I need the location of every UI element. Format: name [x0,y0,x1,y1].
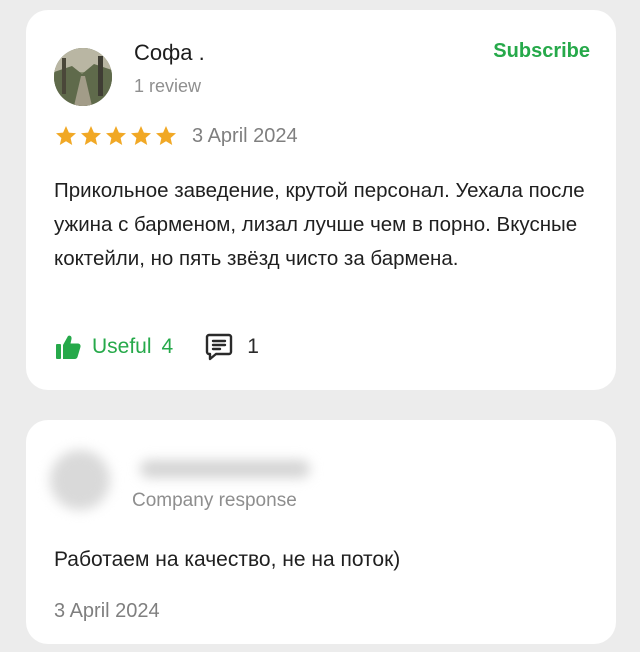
star-rating [54,124,178,148]
star-icon [156,126,176,145]
review-card: Софа . 1 review Subscribe 3 April 2024 П… [26,10,616,390]
company-response-date: 3 April 2024 [54,600,160,622]
company-avatar-blurred [50,450,110,510]
useful-count: 4 [161,335,174,358]
subscribe-button[interactable]: Subscribe [493,40,590,63]
review-date: 3 April 2024 [192,124,298,147]
rating-row: 3 April 2024 [54,124,298,148]
thumbs-up-icon [56,335,81,359]
star-icon [81,126,101,145]
company-response-label: Company response [132,490,297,511]
review-actions: Useful 4 1 [54,332,259,362]
star-icon [131,126,151,145]
company-response-card: Company response Работаем на качество, н… [26,420,616,644]
author-name[interactable]: Софа . [134,40,205,66]
star-icon [56,126,76,145]
author-review-count: 1 review [134,76,202,96]
useful-label: Useful [92,335,152,358]
star-icon [106,126,126,145]
useful-button[interactable]: Useful 4 [54,333,173,361]
comment-icon [206,333,233,361]
avatar[interactable] [54,48,112,106]
review-text: Прикольное заведение, крутой персонал. У… [54,179,585,270]
company-name-blurred [140,460,310,478]
company-response-text: Работаем на качество, не на поток) [54,548,401,571]
comments-button[interactable]: 1 [205,332,259,362]
comment-count: 1 [247,335,259,358]
